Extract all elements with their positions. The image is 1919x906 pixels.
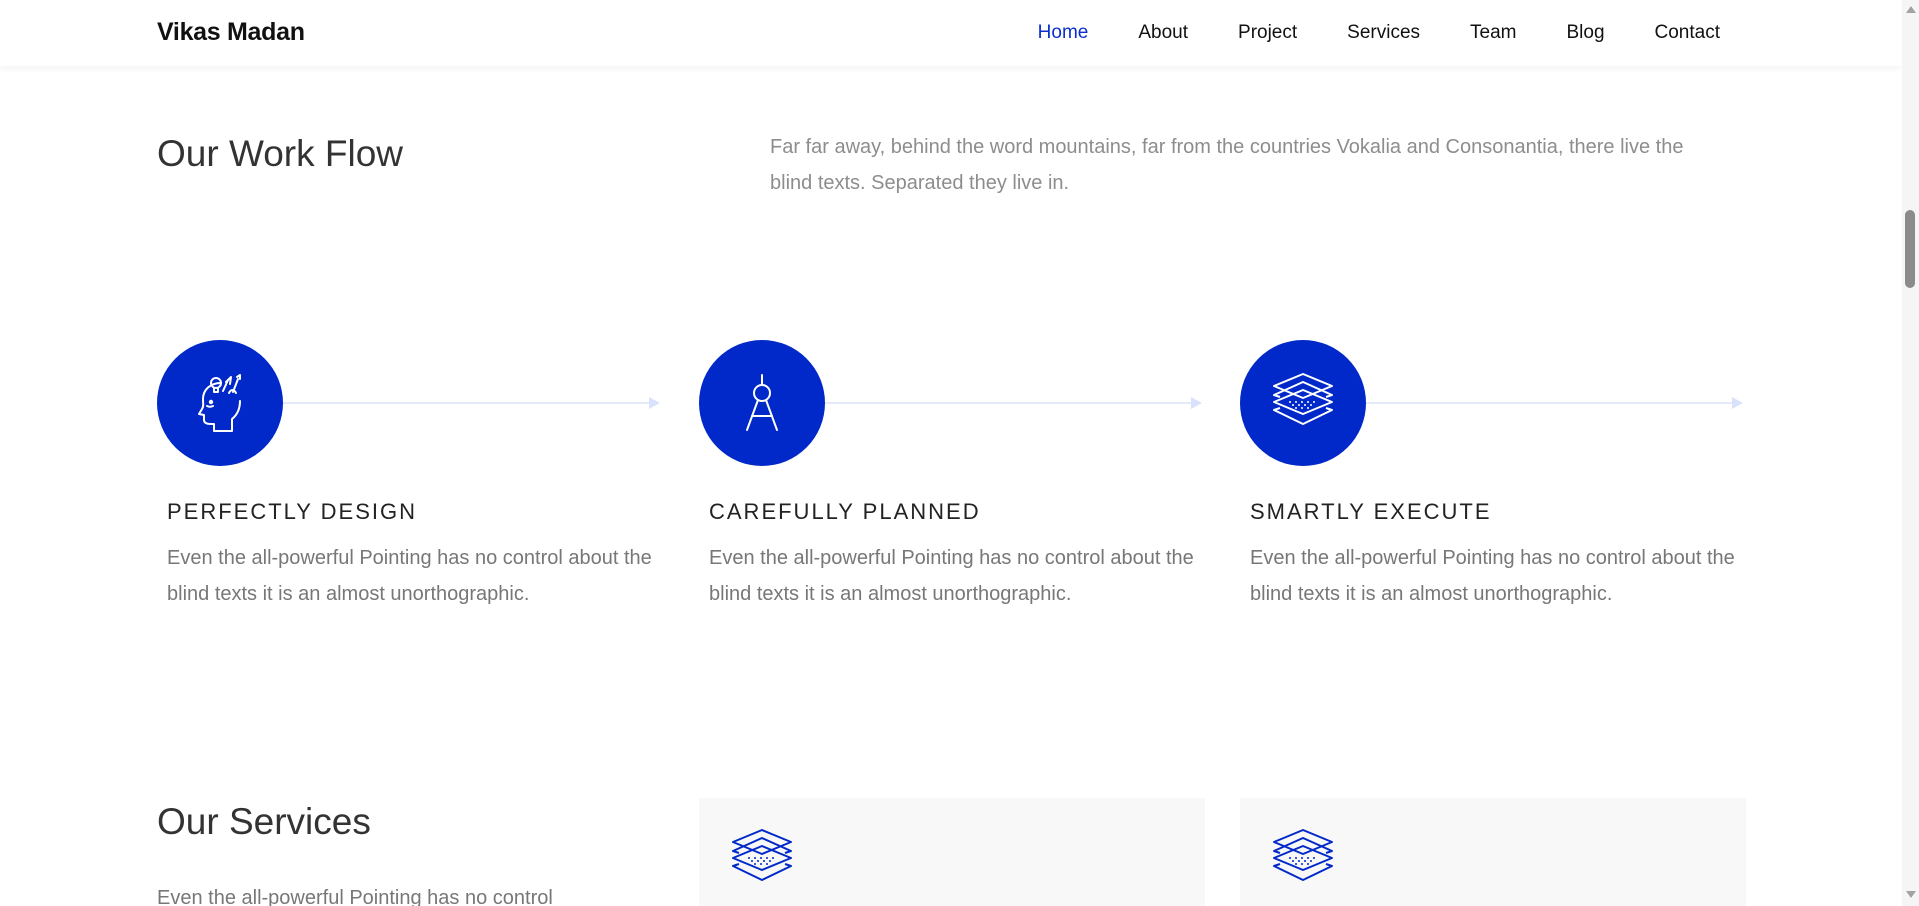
services-title: Our Services <box>157 801 371 842</box>
main-navigation: Home About Project Services Team Blog Co… <box>988 0 1720 66</box>
workflow-step-execute: SMARTLY EXECUTE Even the all-powerful Po… <box>1240 340 1745 670</box>
step-connector-line <box>283 402 653 404</box>
step-description: Even the all-powerful Pointing has no co… <box>167 547 652 605</box>
brand-logo[interactable]: Vikas Madan <box>157 14 305 50</box>
scroll-up-arrow-icon[interactable] <box>1906 6 1916 13</box>
scroll-down-arrow-icon[interactable] <box>1906 891 1916 898</box>
page: Vikas Madan Home About Project Services … <box>0 0 1902 906</box>
step-icon-circle <box>157 340 283 466</box>
step-connector-arrow <box>1732 397 1743 409</box>
step-title: SMARTLY EXECUTE <box>1250 499 1492 524</box>
step-icon-circle <box>1240 340 1366 466</box>
workflow-intro: Far far away, behind the word mountains,… <box>770 136 1684 194</box>
step-description: Even the all-powerful Pointing has no co… <box>1250 547 1735 605</box>
head-creative-icon <box>198 374 241 432</box>
step-title: CAREFULLY PLANNED <box>709 499 981 524</box>
step-connector-line <box>825 402 1195 404</box>
nav-home[interactable]: Home <box>1038 21 1089 45</box>
nav-blog[interactable]: Blog <box>1566 21 1604 45</box>
page-scrollbar[interactable] <box>1902 0 1919 906</box>
nav-services[interactable]: Services <box>1347 21 1420 45</box>
workflow-step-planning: CAREFULLY PLANNED Even the all-powerful … <box>699 340 1204 670</box>
nav-about[interactable]: About <box>1138 21 1188 45</box>
nav-team[interactable]: Team <box>1470 21 1516 45</box>
workflow-step-design: PERFECTLY DESIGN Even the all-powerful P… <box>157 340 662 670</box>
layers-icon <box>1273 829 1333 881</box>
services-description: Even the all-powerful Pointing has no co… <box>157 887 553 906</box>
scrollbar-thumb[interactable] <box>1905 210 1915 288</box>
step-connector-arrow <box>1191 397 1202 409</box>
step-icon-circle <box>699 340 825 466</box>
site-header: Vikas Madan Home About Project Services … <box>0 0 1902 66</box>
step-title: PERFECTLY DESIGN <box>167 499 418 524</box>
service-card[interactable] <box>699 798 1205 906</box>
nav-project[interactable]: Project <box>1238 21 1297 45</box>
nav-contact[interactable]: Contact <box>1655 21 1720 45</box>
step-connector-arrow <box>649 397 660 409</box>
step-description: Even the all-powerful Pointing has no co… <box>709 547 1194 605</box>
service-card[interactable] <box>1240 798 1746 906</box>
layers-icon <box>732 829 792 881</box>
step-connector-line <box>1366 402 1736 404</box>
compass-drafting-icon <box>746 374 778 431</box>
workflow-title: Our Work Flow <box>157 133 404 174</box>
layers-icon <box>1273 373 1333 425</box>
